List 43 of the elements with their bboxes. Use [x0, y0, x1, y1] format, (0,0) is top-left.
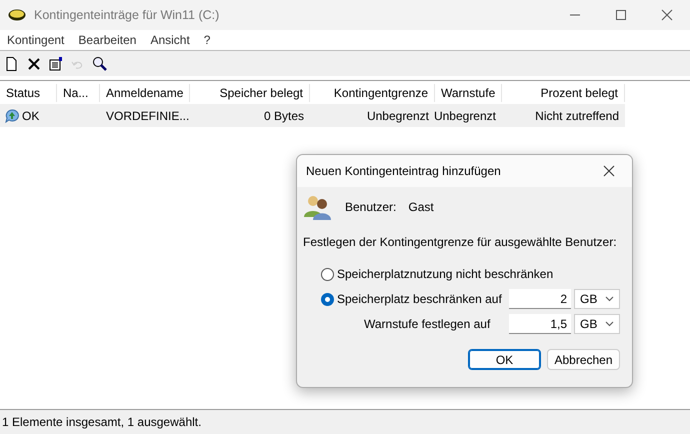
table-row[interactable]: OK VORDEFINIE... 0 Bytes Unbegrenzt Unbegrenzt Nicht zutreffend — [0, 104, 625, 127]
window-title: Kontingenteinträge für Win11 (C:) — [34, 6, 220, 24]
user-name: Gast — [408, 199, 434, 216]
menu-item[interactable]: ? — [204, 31, 210, 49]
radio-label[interactable]: Speicherplatz beschränken auf — [337, 290, 509, 308]
status-icon — [5, 108, 20, 122]
column-header[interactable]: Anmeldename — [100, 84, 190, 102]
radio-button[interactable] — [321, 292, 334, 306]
chevron-icon — [605, 321, 614, 327]
menu-item[interactable]: Kontingent — [7, 31, 64, 49]
table-cell-text: Unbegrenzt — [434, 108, 496, 124]
table-cell-text: VORDEFINIE... — [106, 108, 190, 124]
menu-item[interactable]: Ansicht — [150, 31, 190, 49]
radio-button[interactable] — [321, 268, 334, 280]
magnifier-icon[interactable] — [92, 56, 108, 72]
users-icon — [303, 193, 333, 221]
status-text: 1 Elemente insgesamt, 1 ausgewählt. — [2, 414, 202, 431]
table-cell-text: Unbegrenzt — [366, 108, 429, 124]
column-header[interactable]: Na... — [57, 84, 100, 102]
unit-dropdown[interactable]: GB — [574, 289, 620, 309]
table-cell-text: 0 Bytes — [264, 108, 304, 124]
properties-icon[interactable] — [48, 56, 64, 72]
warning-label: Warnstufe festlegen auf — [363, 316, 492, 333]
radio-label[interactable]: Speicherplatznutzung nicht beschränken — [337, 265, 626, 283]
column-header[interactable]: Status — [0, 84, 57, 102]
chevron-icon — [605, 296, 614, 302]
disk-icon — [8, 9, 26, 21]
unit-dropdown[interactable]: GB — [574, 314, 620, 334]
dialog-title: Neuen Kontingenteintrag hinzufügen — [306, 163, 501, 180]
user-label: Benutzer: — [345, 199, 396, 216]
column-header[interactable]: Prozent belegt — [502, 84, 625, 102]
number-field[interactable]: 2 — [509, 289, 571, 309]
delete-icon[interactable] — [26, 56, 42, 72]
column-header[interactable]: Kontingentgrenze — [310, 84, 435, 102]
table-cell-text: Nicht zutreffend — [535, 108, 619, 124]
dialog-button[interactable]: OK — [468, 349, 541, 370]
menu-item[interactable]: Bearbeiten — [78, 31, 136, 49]
column-header[interactable]: Warnstufe — [435, 84, 502, 102]
table-cell-text: OK — [22, 108, 40, 124]
column-header[interactable]: Speicher belegt — [190, 84, 310, 102]
dialog-button[interactable]: Abbrechen — [547, 349, 620, 370]
number-field[interactable]: 1,5 — [509, 314, 571, 334]
instruction-text: Festlegen der Kontingentgrenze für ausgewählte Benutzer: — [303, 234, 618, 251]
